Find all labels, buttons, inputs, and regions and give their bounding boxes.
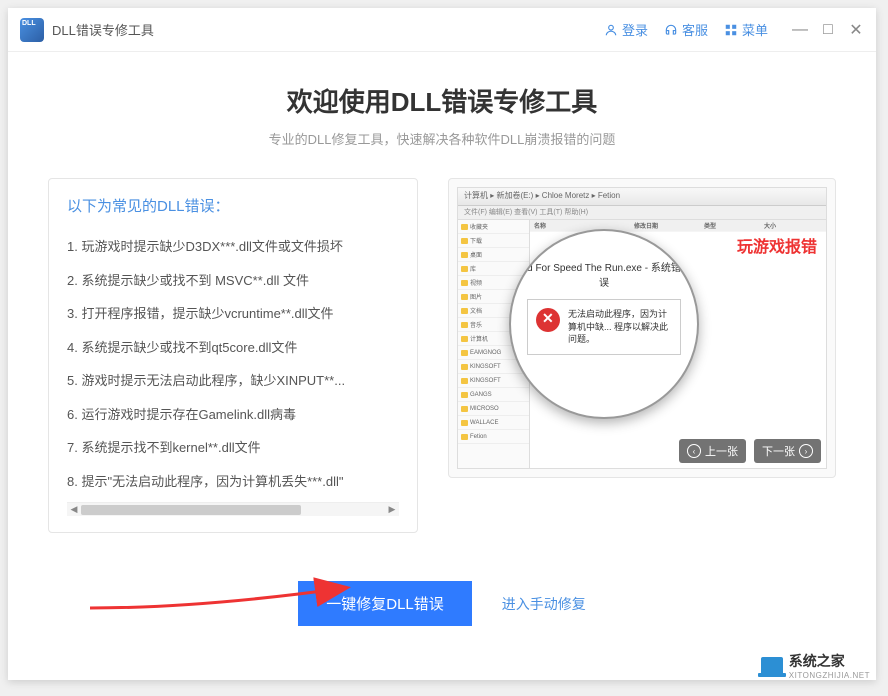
prev-label: 上一张 xyxy=(705,443,738,459)
titlebar-left: DLL错误专修工具 xyxy=(20,18,154,42)
screenshot-preview-panel: 计算机 ▸ 新加卷(E:) ▸ Chloe Moretz ▸ Fetion 文件… xyxy=(448,178,836,478)
minimize-button[interactable]: — xyxy=(792,22,808,38)
close-button[interactable]: ✕ xyxy=(848,22,864,38)
preview-explorer-path: 计算机 ▸ 新加卷(E:) ▸ Chloe Moretz ▸ Fetion xyxy=(458,188,826,206)
preview-nav-buttons: ‹ 上一张 下一张 › xyxy=(679,439,821,463)
error-dialog-text: 无法启动此程序，因为计算机中缺... 程序以解决此问题。 xyxy=(568,308,672,346)
next-label: 下一张 xyxy=(762,443,795,459)
user-icon xyxy=(604,23,618,37)
action-row: 一键修复DLL错误 进入手动修复 xyxy=(298,581,586,626)
login-label: 登录 xyxy=(622,20,648,39)
error-item: 8. 提示"无法启动此程序，因为计算机丢失***.dll" xyxy=(67,465,399,499)
error-item: 2. 系统提示缺少或找不到 MSVC**.dll 文件 xyxy=(67,264,399,298)
sb-item: 下载 xyxy=(458,234,529,248)
app-window: DLL错误专修工具 登录 客服 菜单 — □ ✕ 欢迎使用DLL错误专修工具 xyxy=(8,8,876,680)
errors-list: 1. 玩游戏时提示缺少D3DX***.dll文件或文件损坏 2. 系统提示缺少或… xyxy=(67,230,399,498)
watermark: 系统之家 XITONGZHIJIA.NET xyxy=(761,651,870,680)
error-item: 5. 游戏时提示无法启动此程序，缺少XINPUT**... xyxy=(67,364,399,398)
error-item: 3. 打开程序报错，提示缺少vcruntime**.dll文件 xyxy=(67,297,399,331)
sb-item: 收藏夹 xyxy=(458,220,529,234)
error-item: 6. 运行游戏时提示存在Gamelink.dll病毒 xyxy=(67,398,399,432)
maximize-button[interactable]: □ xyxy=(820,22,836,38)
sb-item: 桌面 xyxy=(458,248,529,262)
menu-label: 菜单 xyxy=(742,20,768,39)
chevron-right-icon: › xyxy=(799,444,813,458)
watermark-text: 系统之家 xyxy=(789,651,870,671)
sb-item: MICROSO xyxy=(458,402,529,416)
chevron-left-icon: ‹ xyxy=(687,444,701,458)
sb-item: WALLACE xyxy=(458,416,529,430)
window-controls: — □ ✕ xyxy=(792,22,864,38)
support-label: 客服 xyxy=(682,20,708,39)
page-title: 欢迎使用DLL错误专修工具 xyxy=(287,82,598,119)
titlebar: DLL错误专修工具 登录 客服 菜单 — □ ✕ xyxy=(8,8,876,52)
titlebar-right: 登录 客服 菜单 — □ ✕ xyxy=(604,20,864,39)
errors-title: 以下为常见的DLL错误： xyxy=(67,195,399,216)
preview-red-label: 玩游戏报错 xyxy=(737,233,817,257)
grid-icon xyxy=(724,23,738,37)
common-errors-panel: 以下为常见的DLL错误： 1. 玩游戏时提示缺少D3DX***.dll文件或文件… xyxy=(48,178,418,533)
sb-item: 库 xyxy=(458,262,529,276)
sb-item: KINGSOFT xyxy=(458,374,529,388)
app-icon xyxy=(20,18,44,42)
scroll-right-icon[interactable]: ▶ xyxy=(385,503,399,517)
next-image-button[interactable]: 下一张 › xyxy=(754,439,821,463)
house-icon xyxy=(761,657,783,675)
fix-dll-button[interactable]: 一键修复DLL错误 xyxy=(298,581,472,626)
app-title: DLL错误专修工具 xyxy=(52,20,154,39)
preview-explorer-toolbar: 文件(F) 编辑(E) 查看(V) 工具(T) 帮助(H) xyxy=(458,206,826,220)
prev-image-button[interactable]: ‹ 上一张 xyxy=(679,439,746,463)
page-subtitle: 专业的DLL修复工具，快速解决各种软件DLL崩溃报错的问题 xyxy=(269,129,616,148)
error-dialog-box: 无法启动此程序，因为计算机中缺... 程序以解决此问题。 xyxy=(527,299,681,355)
scroll-thumb[interactable] xyxy=(81,505,301,515)
content-area: 欢迎使用DLL错误专修工具 专业的DLL修复工具，快速解决各种软件DLL崩溃报错… xyxy=(8,52,876,680)
scroll-left-icon[interactable]: ◀ xyxy=(67,503,81,517)
manual-fix-link[interactable]: 进入手动修复 xyxy=(502,594,586,614)
error-icon xyxy=(536,308,560,332)
magnifier-overlay: d For Speed The Run.exe - 系统错误 无法启动此程序，因… xyxy=(509,229,699,419)
sb-item: GANGS xyxy=(458,388,529,402)
sb-item: Fetion xyxy=(458,430,529,444)
headset-icon xyxy=(664,23,678,37)
login-link[interactable]: 登录 xyxy=(604,20,648,39)
error-item: 7. 系统提示找不到kernel**.dll文件 xyxy=(67,431,399,465)
horizontal-scrollbar[interactable]: ◀ ▶ xyxy=(67,502,399,516)
watermark-subtext: XITONGZHIJIA.NET xyxy=(789,671,870,680)
error-item: 1. 玩游戏时提示缺少D3DX***.dll文件或文件损坏 xyxy=(67,230,399,264)
error-item: 4. 系统提示缺少或找不到qt5core.dll文件 xyxy=(67,331,399,365)
body-row: 以下为常见的DLL错误： 1. 玩游戏时提示缺少D3DX***.dll文件或文件… xyxy=(48,178,836,533)
menu-link[interactable]: 菜单 xyxy=(724,20,768,39)
support-link[interactable]: 客服 xyxy=(664,20,708,39)
